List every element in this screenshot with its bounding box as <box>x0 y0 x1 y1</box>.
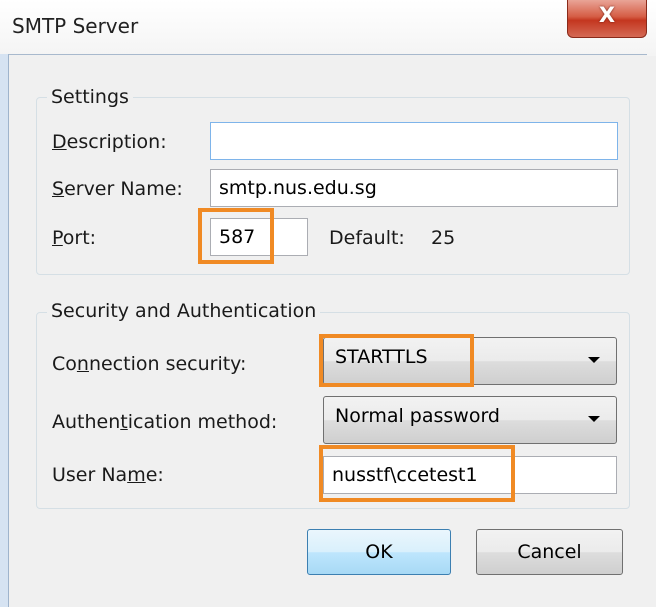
default-port-label: Default: <box>329 227 405 249</box>
ok-button[interactable]: OK <box>307 529 451 575</box>
connection-security-value: STARTTLS <box>335 346 428 368</box>
user-name-label: User Name: <box>52 464 164 486</box>
authentication-method-select[interactable]: Normal password <box>323 396 617 444</box>
port-label: Port: <box>52 227 97 249</box>
chevron-down-icon <box>588 357 600 363</box>
chevron-down-icon <box>588 416 600 422</box>
cancel-button[interactable]: Cancel <box>476 529 623 575</box>
authentication-method-label: Authentication method: <box>52 411 278 433</box>
close-button[interactable]: X <box>567 0 647 38</box>
connection-security-select[interactable]: STARTTLS <box>323 337 617 385</box>
server-name-input[interactable] <box>210 169 618 207</box>
authentication-method-value: Normal password <box>335 405 500 427</box>
security-legend: Security and Authentication <box>47 300 321 322</box>
connection-security-label: Connection security: <box>52 353 247 375</box>
window-title: SMTP Server <box>12 14 139 38</box>
window-frame-left <box>0 54 9 607</box>
port-input[interactable] <box>210 218 308 256</box>
dialog-client-area: Settings Description: Server Name: Port:… <box>9 54 647 607</box>
user-name-input[interactable] <box>323 456 617 494</box>
close-icon: X <box>598 3 616 27</box>
description-label: Description: <box>52 131 167 153</box>
server-name-label: Server Name: <box>52 178 183 200</box>
default-port-value: 25 <box>431 227 456 249</box>
title-bar[interactable]: SMTP Server X <box>0 0 656 56</box>
smtp-server-dialog: SMTP Server X Settings Description: Serv… <box>0 0 656 607</box>
settings-legend: Settings <box>47 86 133 108</box>
description-input[interactable] <box>210 122 618 160</box>
